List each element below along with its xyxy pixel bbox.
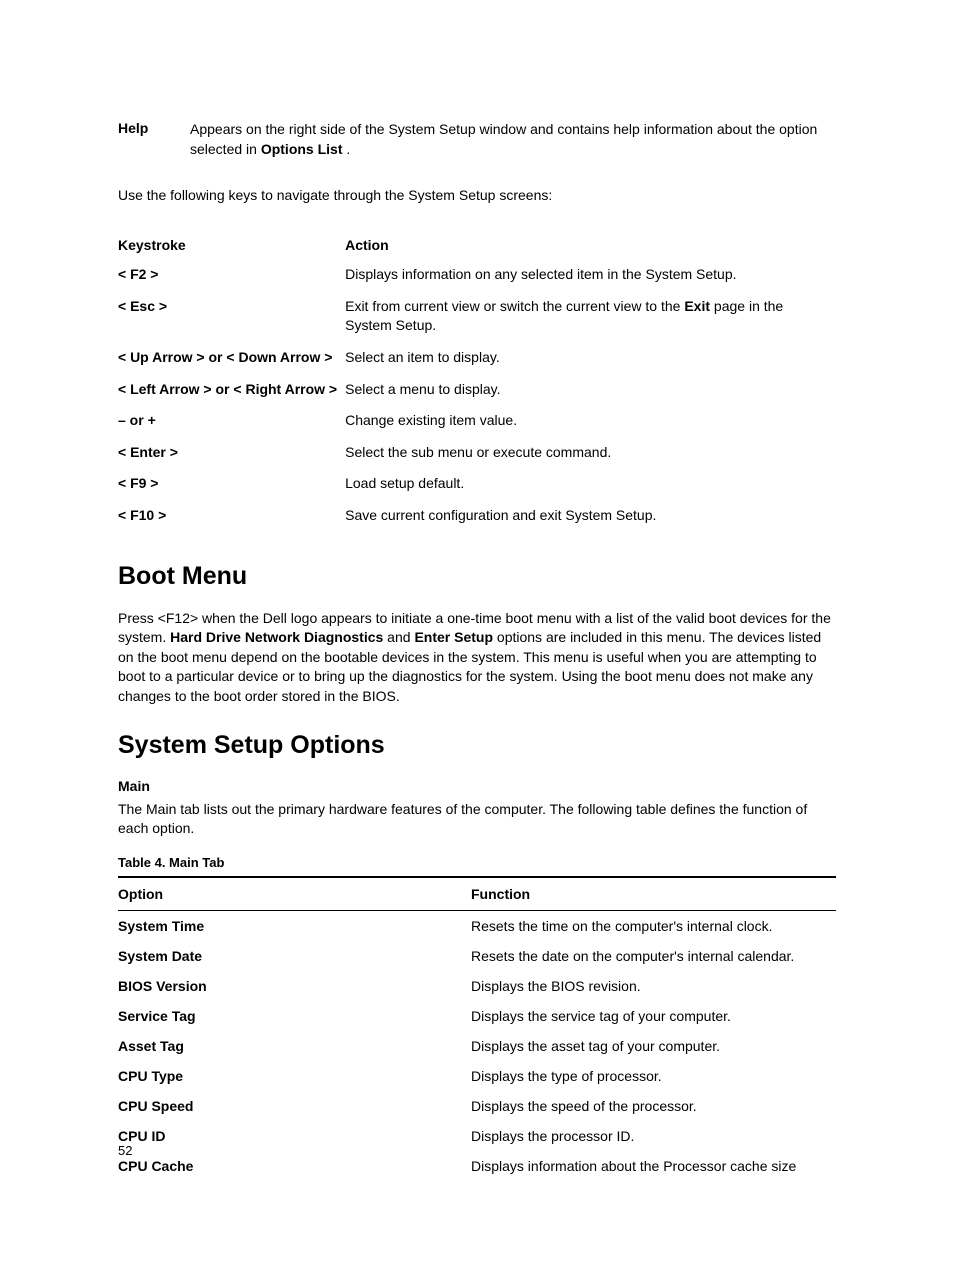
table-row: < Left Arrow > or < Right Arrow > Select…: [118, 374, 836, 406]
page: Help Appears on the right side of the Sy…: [0, 0, 954, 1268]
keystroke: < F10 >: [118, 500, 345, 532]
keystroke: < F2 >: [118, 259, 345, 291]
table-row: Service TagDisplays the service tag of y…: [118, 1001, 836, 1031]
action-text: Select an item to display.: [345, 349, 500, 365]
keystroke: < Up Arrow > or < Down Arrow >: [118, 342, 345, 374]
table-header-row: Option Function: [118, 877, 836, 911]
keystroke: – or +: [118, 405, 345, 437]
table-row: < Up Arrow > or < Down Arrow > Select an…: [118, 342, 836, 374]
keystroke: < Enter >: [118, 437, 345, 469]
option: BIOS Version: [118, 971, 471, 1001]
action: Select the sub menu or execute command.: [345, 437, 836, 469]
table-row: < F2 > Displays information on any selec…: [118, 259, 836, 291]
action-text: Select the sub menu or execute command.: [345, 444, 611, 460]
table-row: System TimeResets the time on the comput…: [118, 910, 836, 941]
col-keystroke: Keystroke: [118, 231, 345, 259]
option: CPU Cache: [118, 1151, 471, 1181]
function: Displays the type of processor.: [471, 1061, 836, 1091]
function: Resets the time on the computer's intern…: [471, 910, 836, 941]
action: Select a menu to display.: [345, 374, 836, 406]
table-row: < F9 > Load setup default.: [118, 468, 836, 500]
function: Displays the BIOS revision.: [471, 971, 836, 1001]
main-subhead: Main: [118, 778, 836, 794]
action-text: Save current configuration and exit Syst…: [345, 507, 656, 523]
action-bold: Exit: [684, 298, 710, 314]
navigate-intro: Use the following keys to navigate throu…: [118, 187, 836, 203]
option: System Time: [118, 910, 471, 941]
table-title: Table 4. Main Tab: [118, 855, 836, 870]
option: Asset Tag: [118, 1031, 471, 1061]
keystroke: < Left Arrow > or < Right Arrow >: [118, 374, 345, 406]
help-label: Help: [118, 120, 190, 159]
function: Displays the processor ID.: [471, 1121, 836, 1151]
main-tab-table: Option Function System TimeResets the ti…: [118, 876, 836, 1181]
boot-menu-paragraph: Press <F12> when the Dell logo appears t…: [118, 609, 836, 707]
main-description: The Main tab lists out the primary hardw…: [118, 800, 836, 839]
system-setup-options-heading: System Setup Options: [118, 731, 836, 760]
table-row: CPU TypeDisplays the type of processor.: [118, 1061, 836, 1091]
table-row: < Esc > Exit from current view or switch…: [118, 291, 836, 342]
action-text: Exit from current view or switch the cur…: [345, 298, 684, 314]
function: Resets the date on the computer's intern…: [471, 941, 836, 971]
col-action: Action: [345, 231, 836, 259]
option: CPU ID: [118, 1121, 471, 1151]
option: System Date: [118, 941, 471, 971]
table-row: CPU IDDisplays the processor ID.: [118, 1121, 836, 1151]
option: CPU Type: [118, 1061, 471, 1091]
boot-bold1: Hard Drive Network Diagnostics: [170, 629, 383, 645]
action: Displays information on any selected ite…: [345, 259, 836, 291]
table-row: CPU CacheDisplays information about the …: [118, 1151, 836, 1181]
function: Displays the asset tag of your computer.: [471, 1031, 836, 1061]
table-row: CPU SpeedDisplays the speed of the proce…: [118, 1091, 836, 1121]
action: Save current configuration and exit Syst…: [345, 500, 836, 532]
action: Select an item to display.: [345, 342, 836, 374]
page-number: 52: [118, 1143, 132, 1158]
action-text: Load setup default.: [345, 475, 464, 491]
table-row: Asset TagDisplays the asset tag of your …: [118, 1031, 836, 1061]
function: Displays information about the Processor…: [471, 1151, 836, 1181]
action-text: Change existing item value.: [345, 412, 517, 428]
help-text-bold: Options List: [261, 141, 343, 157]
action-text: Displays information on any selected ite…: [345, 266, 736, 282]
boot-bold2: Enter Setup: [414, 629, 493, 645]
table-row: – or + Change existing item value.: [118, 405, 836, 437]
action: Load setup default.: [345, 468, 836, 500]
option: CPU Speed: [118, 1091, 471, 1121]
help-row: Help Appears on the right side of the Sy…: [118, 120, 836, 159]
table-header-row: Keystroke Action: [118, 231, 836, 259]
help-text: Appears on the right side of the System …: [190, 120, 836, 159]
option: Service Tag: [118, 1001, 471, 1031]
table-row: < Enter > Select the sub menu or execute…: [118, 437, 836, 469]
col-function: Function: [471, 877, 836, 911]
boot-menu-heading: Boot Menu: [118, 562, 836, 591]
function: Displays the service tag of your compute…: [471, 1001, 836, 1031]
keystroke-table: Keystroke Action < F2 > Displays informa…: [118, 231, 836, 531]
boot-mid1: and: [383, 629, 414, 645]
help-text-after: .: [343, 141, 351, 157]
function: Displays the speed of the processor.: [471, 1091, 836, 1121]
keystroke: < F9 >: [118, 468, 345, 500]
table-row: < F10 > Save current configuration and e…: [118, 500, 836, 532]
table-row: BIOS VersionDisplays the BIOS revision.: [118, 971, 836, 1001]
col-option: Option: [118, 877, 471, 911]
action: Exit from current view or switch the cur…: [345, 291, 836, 342]
action: Change existing item value.: [345, 405, 836, 437]
table-row: System DateResets the date on the comput…: [118, 941, 836, 971]
keystroke: < Esc >: [118, 291, 345, 342]
action-text: Select a menu to display.: [345, 381, 500, 397]
